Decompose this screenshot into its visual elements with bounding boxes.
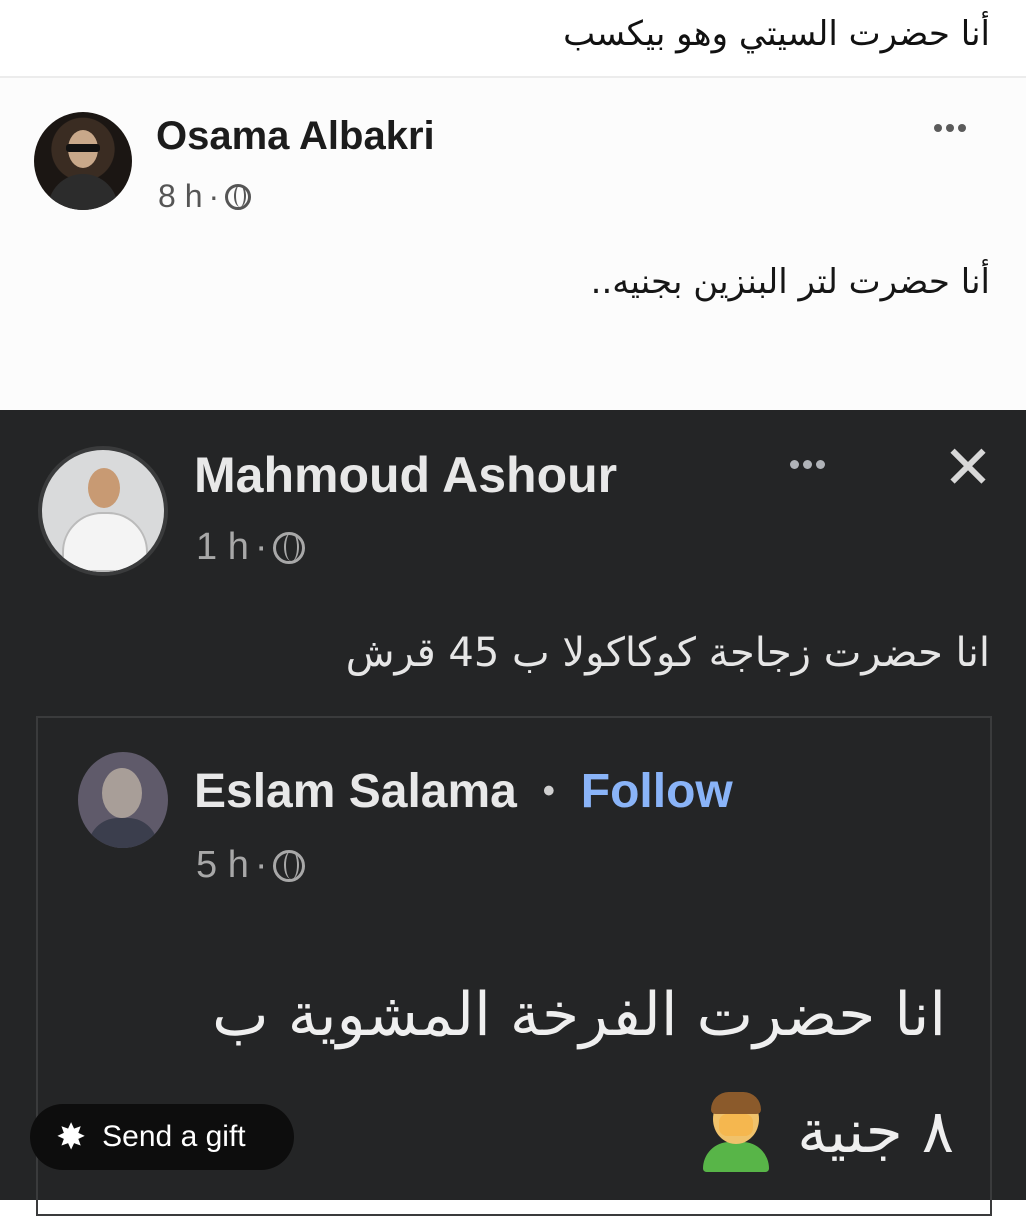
post-text-mahmoud: انا حضرت زجاجة كوكاكولا ب 45 قرش (345, 630, 990, 676)
author-name-mahmoud[interactable]: Mahmoud Ashour (194, 446, 617, 504)
meta-dot: · (208, 178, 220, 214)
post-text-eslam-line2: ٨ جنية (797, 1097, 954, 1167)
separator-dot: • (542, 772, 555, 810)
author-name-osama[interactable]: Osama Albakri (156, 114, 435, 159)
send-gift-label: Send a gift (102, 1120, 246, 1153)
globe-icon (273, 531, 306, 564)
facepalm-emoji-icon (699, 1092, 773, 1172)
post-time[interactable]: 8 h (158, 178, 202, 215)
avatar-eslam[interactable] (78, 752, 168, 848)
meta-dot: · (254, 844, 268, 886)
shared-post-header: Eslam Salama • Follow (194, 764, 733, 819)
post-meta-eslam: 5 h · (196, 844, 306, 887)
post-text-eslam-line2-row: ٨ جنية (699, 1092, 954, 1172)
post-meta-mahmoud: 1 h · (196, 526, 306, 569)
gift-icon: ✸ (56, 1116, 87, 1157)
globe-icon (225, 183, 252, 210)
post-time[interactable]: 5 h (196, 844, 249, 887)
post-text-eslam-line1: انا حضرت الفرخة المشوية ب (212, 980, 946, 1050)
post-text-osama: أنا حضرت لتر البنزين بجنيه.. (590, 262, 990, 302)
avatar-mahmoud[interactable] (38, 446, 168, 576)
send-gift-button[interactable]: ✸ Send a gift (30, 1104, 294, 1170)
follow-button[interactable]: Follow (581, 764, 733, 819)
avatar-osama[interactable] (34, 112, 132, 210)
post-time[interactable]: 1 h (196, 526, 249, 569)
more-options-icon[interactable] (790, 460, 825, 469)
post-osama (0, 76, 1026, 412)
author-name-eslam[interactable]: Eslam Salama (194, 764, 517, 819)
meta-dot: · (254, 526, 268, 568)
close-icon[interactable]: ✕ (940, 438, 996, 498)
globe-icon (273, 849, 306, 882)
more-options-icon[interactable] (934, 124, 966, 132)
caption-text: أنا حضرت السيتي وهو بيكسب (563, 14, 990, 54)
post-meta-osama: 8 h · (158, 178, 252, 215)
